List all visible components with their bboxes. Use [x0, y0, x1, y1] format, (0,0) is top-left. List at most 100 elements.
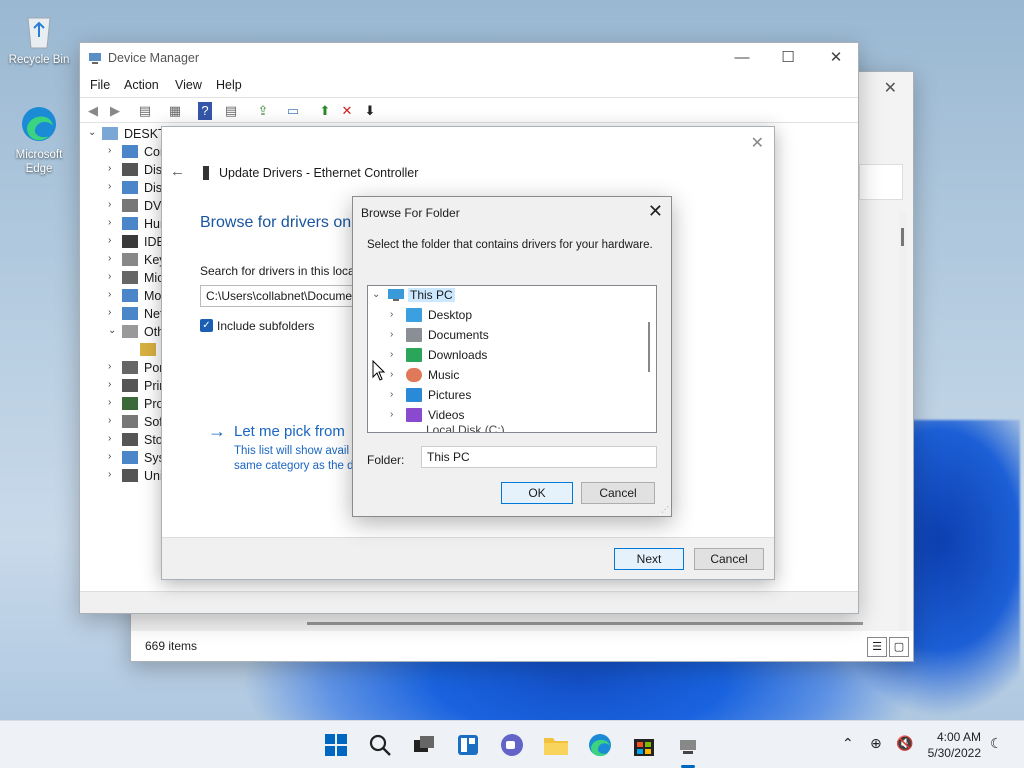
cancel-button[interactable]: Cancel: [694, 548, 764, 570]
address-bar[interactable]: [859, 164, 903, 200]
close-icon[interactable]: ✕: [816, 47, 856, 69]
folder-input[interactable]: This PC: [421, 446, 657, 468]
scan-hardware-icon[interactable]: ▭: [284, 102, 302, 120]
tree-scrollbar[interactable]: [648, 322, 650, 372]
tree-item[interactable]: › IDE: [80, 233, 166, 251]
device-manager-taskbar-icon[interactable]: [674, 731, 702, 759]
help-icon[interactable]: ?: [198, 102, 212, 120]
horizontal-scrollbar[interactable]: [307, 622, 863, 625]
chevron-right-icon[interactable]: ›: [108, 289, 111, 300]
tree-item[interactable]: › Cor: [80, 143, 166, 161]
tree-item[interactable]: › Key: [80, 251, 166, 269]
chevron-right-icon[interactable]: ›: [390, 369, 393, 380]
chevron-right-icon[interactable]: ›: [108, 361, 111, 372]
chevron-right-icon[interactable]: ›: [108, 379, 111, 390]
view-icon[interactable]: ▤: [222, 102, 240, 120]
tree-item[interactable]: ⌄ Oth: [80, 323, 166, 341]
tree-item[interactable]: › Disk: [80, 161, 168, 179]
tree-item[interactable]: › Mo: [80, 287, 166, 305]
close-icon[interactable]: ✕: [751, 133, 764, 153]
tree-item[interactable]: › Prin: [80, 377, 166, 395]
maximize-icon[interactable]: ☐: [768, 47, 808, 69]
widgets-icon[interactable]: [454, 731, 482, 759]
tree-item[interactable]: › Syst: [80, 449, 168, 467]
chevron-right-icon[interactable]: ›: [108, 253, 111, 264]
notification-icon[interactable]: ☾: [990, 735, 1003, 752]
details-view-icon[interactable]: ☰: [867, 637, 887, 657]
tree-item-downloads[interactable]: › Downloads: [368, 345, 638, 365]
minimize-icon[interactable]: —: [722, 47, 762, 69]
disable-icon[interactable]: ⬇: [361, 102, 379, 120]
chevron-right-icon[interactable]: ›: [108, 217, 111, 228]
chevron-right-icon[interactable]: ›: [108, 145, 111, 156]
chevron-right-icon[interactable]: ›: [108, 163, 111, 174]
menu-view[interactable]: View: [175, 78, 202, 92]
tree-item[interactable]: › DVD: [80, 197, 170, 215]
network-globe-icon[interactable]: ⊕: [870, 735, 882, 752]
back-arrow-icon[interactable]: ←: [170, 163, 185, 180]
tree-item[interactable]: › Hun: [80, 215, 167, 233]
tree-root[interactable]: ⌄ DESKTO: [80, 125, 175, 143]
close-icon[interactable]: ✕: [884, 78, 897, 98]
chevron-right-icon[interactable]: ›: [108, 451, 111, 462]
resize-grip-icon[interactable]: ⋰: [661, 505, 669, 514]
folder-tree[interactable]: ⌄ This PC › Desktop › Documents › Downloads › M…: [367, 285, 657, 433]
tree-item[interactable]: › Mic: [80, 269, 166, 287]
chat-icon[interactable]: [498, 731, 526, 759]
enable-device-icon[interactable]: ⬆: [316, 102, 334, 120]
tree-item[interactable]: › Pro: [80, 395, 166, 413]
menu-file[interactable]: File: [90, 78, 110, 92]
chevron-right-icon[interactable]: ›: [108, 307, 111, 318]
update-driver-icon[interactable]: ⇪: [254, 102, 272, 120]
ok-button[interactable]: OK: [501, 482, 573, 504]
tree-item[interactable]: › Uni: [80, 467, 166, 485]
chevron-right-icon[interactable]: ›: [108, 469, 111, 480]
vertical-scrollbar[interactable]: [899, 212, 907, 632]
browse-for-folder-dialog[interactable]: Browse For Folder ✕ Select the folder th…: [352, 196, 672, 517]
pick-from-list-link[interactable]: Let me pick from: [234, 423, 345, 440]
volume-muted-icon[interactable]: 🔇: [896, 735, 913, 752]
chevron-right-icon[interactable]: ›: [108, 235, 111, 246]
cancel-button[interactable]: Cancel: [581, 482, 655, 504]
tree-item-music[interactable]: › Music: [368, 365, 638, 385]
chevron-right-icon[interactable]: ›: [390, 349, 393, 360]
forward-icon[interactable]: ▶: [106, 102, 124, 120]
task-view-icon[interactable]: [410, 731, 438, 759]
chevron-right-icon[interactable]: ›: [390, 409, 393, 420]
store-icon[interactable]: [630, 731, 658, 759]
desktop-icon-edge[interactable]: Microsoft Edge: [3, 104, 75, 176]
uninstall-icon[interactable]: ✕: [338, 102, 356, 120]
title-bar[interactable]: Device Manager — ☐ ✕: [80, 43, 858, 73]
chevron-right-icon[interactable]: ›: [390, 329, 393, 340]
tiles-view-icon[interactable]: ▢: [889, 637, 909, 657]
tree-item-documents[interactable]: › Documents: [368, 325, 638, 345]
tree-item-partial[interactable]: Local Disk (C:): [368, 423, 638, 432]
chevron-down-icon[interactable]: ⌄: [88, 127, 96, 138]
file-explorer-icon[interactable]: [542, 731, 570, 759]
tree-item[interactable]: › Net: [80, 305, 166, 323]
close-icon[interactable]: ✕: [648, 201, 663, 222]
tree-item-desktop[interactable]: › Desktop: [368, 305, 638, 325]
desktop-icon-recycle-bin[interactable]: Recycle Bin: [3, 10, 75, 66]
back-icon[interactable]: ◀: [84, 102, 102, 120]
chevron-right-icon[interactable]: ›: [108, 181, 111, 192]
tree-item[interactable]: › Stor: [80, 431, 167, 449]
tree-item-videos[interactable]: › Videos: [368, 405, 638, 425]
tree-item[interactable]: [80, 341, 166, 359]
chevron-right-icon[interactable]: ›: [108, 199, 111, 210]
search-icon[interactable]: [366, 731, 394, 759]
tree-item-pictures[interactable]: › Pictures: [368, 385, 638, 405]
chevron-right-icon[interactable]: ›: [108, 397, 111, 408]
chevron-down-icon[interactable]: ⌄: [372, 289, 380, 300]
tree-item[interactable]: › Soft: [80, 413, 166, 431]
chevron-down-icon[interactable]: ⌄: [108, 325, 116, 336]
chevron-right-icon[interactable]: ›: [108, 271, 111, 282]
clock[interactable]: 4:00 AM 5/30/2022: [928, 729, 981, 761]
tree-item[interactable]: › Disp: [80, 179, 169, 197]
chevron-right-icon[interactable]: ›: [390, 389, 393, 400]
properties-icon[interactable]: ▤: [136, 102, 154, 120]
include-subfolders-checkbox[interactable]: ✓: [200, 319, 213, 332]
menu-help[interactable]: Help: [216, 78, 242, 92]
driver-path-input[interactable]: C:\Users\collabnet\Docume: [200, 285, 360, 307]
next-button[interactable]: Next: [614, 548, 684, 570]
